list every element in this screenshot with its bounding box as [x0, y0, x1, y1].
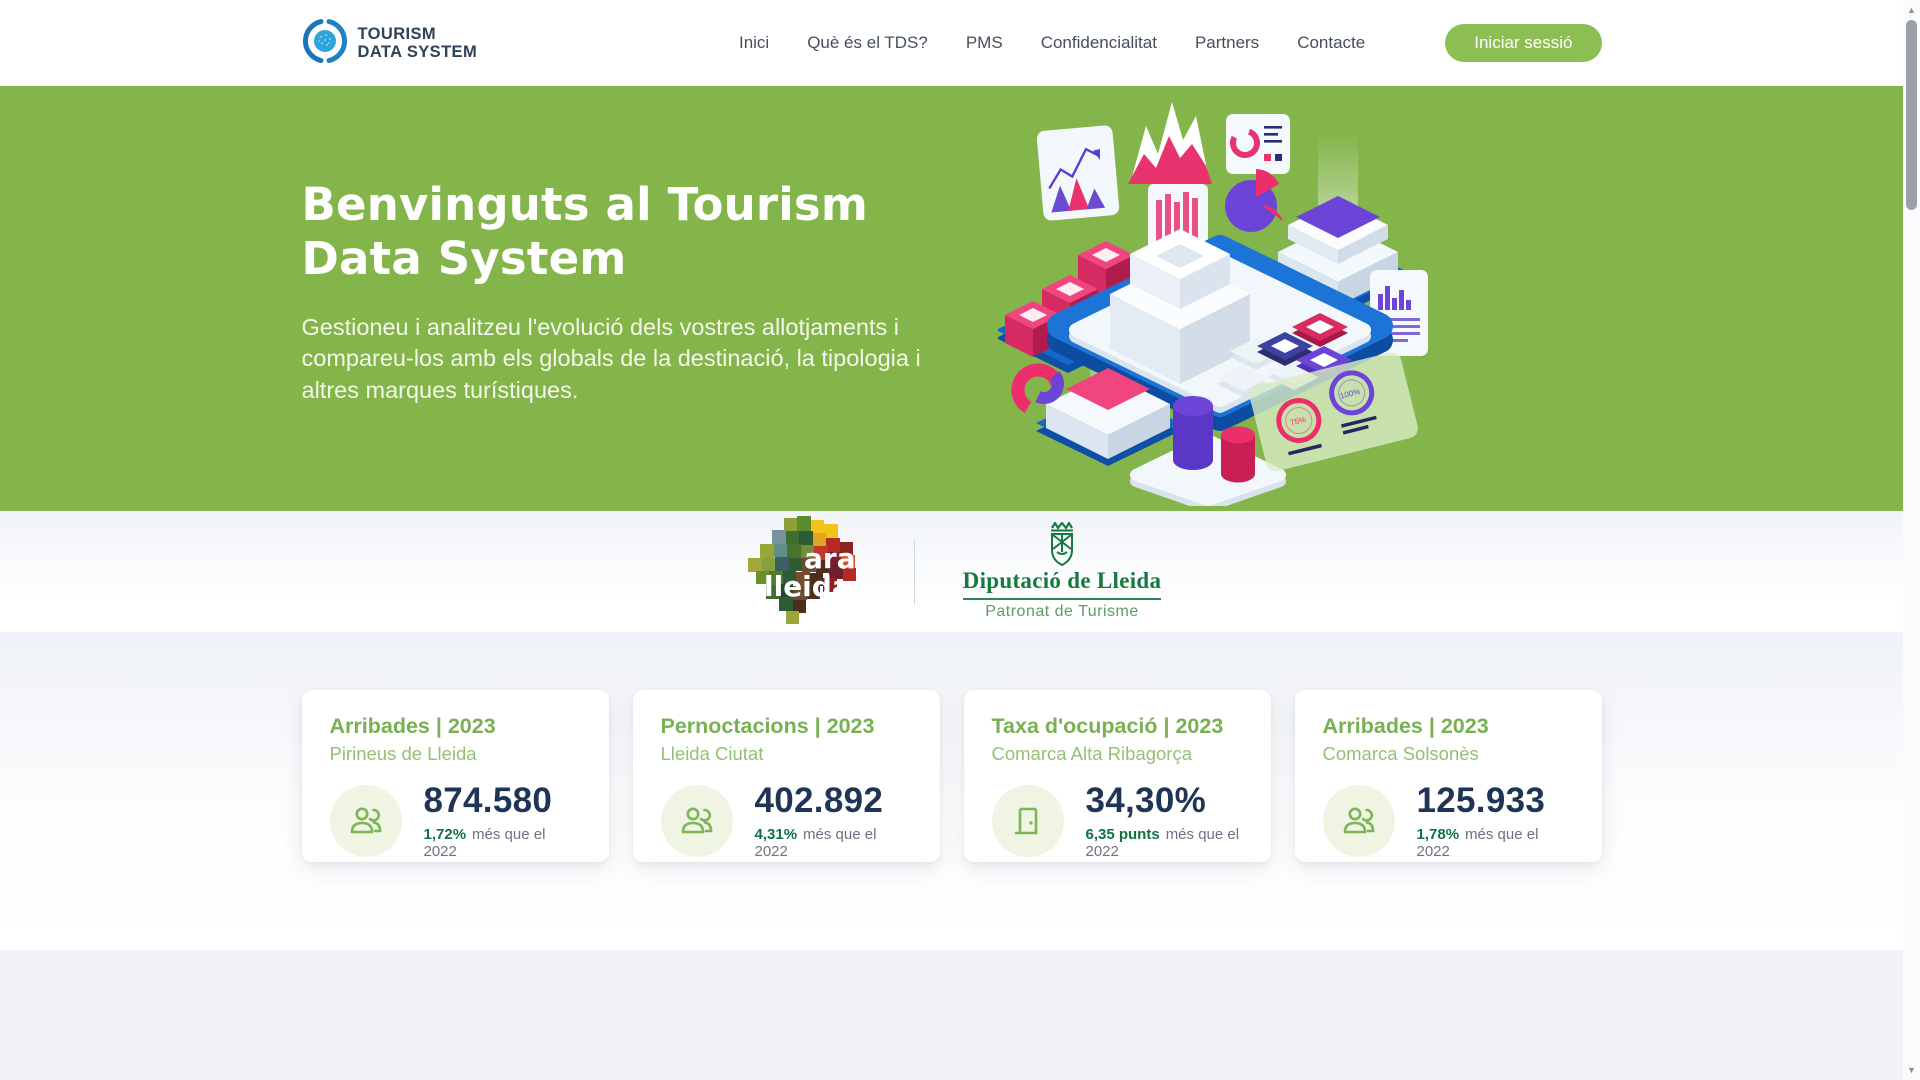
stat-delta-line: 1,78%més que el 2022: [1417, 826, 1574, 860]
stat-delta: 4,31%: [755, 826, 798, 843]
diputacio-title: Diputació de Lleida: [963, 568, 1162, 594]
line-chart-card: [1036, 125, 1120, 221]
stat-card-pernoctacions-lleida: Pernoctacions | 2023 Lleida Ciutat 402.8…: [633, 690, 940, 862]
stat-delta: 1,78%: [1417, 826, 1460, 843]
stat-card-arribades-pirineus: Arribades | 2023 Pirineus de Lleida 874.…: [302, 690, 609, 862]
diputacio-crest-icon: [1040, 522, 1084, 568]
logo-divider: [914, 539, 915, 605]
hero-title: Benvinguts al Tourism Data System: [302, 178, 982, 286]
stat-value: 402.892: [755, 781, 912, 821]
hero-illustration: 75% 100%: [998, 88, 1440, 506]
nav-item-que-es-el-tds[interactable]: Què és el TDS?: [807, 33, 928, 53]
stat-card-subtitle: Lleida Ciutat: [661, 743, 912, 765]
nav-item-pms[interactable]: PMS: [966, 33, 1003, 53]
stat-value: 874.580: [424, 781, 581, 821]
stat-card-arribades-solsones: Arribades | 2023 Comarca Solsonès 125.93…: [1295, 690, 1602, 862]
stat-value: 125.933: [1417, 781, 1574, 821]
nav-item-inici[interactable]: Inici: [739, 33, 769, 53]
scrollbar[interactable]: ▲ ▼: [1903, 0, 1920, 1080]
stat-card-title: Taxa d'ocupació | 2023: [992, 714, 1243, 739]
nav-item-confidencialitat[interactable]: Confidencialitat: [1041, 33, 1157, 53]
mountain-area-chart: [1128, 102, 1212, 184]
stat-value: 34,30%: [1086, 781, 1243, 821]
stat-delta-line: 6,35 puntsmés que el 2022: [1086, 826, 1243, 860]
scrollbar-down-arrow-icon[interactable]: ▼: [1903, 1062, 1920, 1078]
tourism-data-system-logo-icon: [302, 18, 348, 69]
stat-delta-line: 1,72%més que el 2022: [424, 826, 581, 860]
people-icon: [661, 785, 733, 857]
stat-card-subtitle: Comarca Solsonès: [1323, 743, 1574, 765]
brand-name-line1: TOURISM: [358, 25, 478, 43]
donut-chart-card: [1226, 114, 1290, 174]
stats-section: Arribades | 2023 Pirineus de Lleida 874.…: [0, 632, 1903, 950]
site-header: TOURISM DATA SYSTEM Inici Què és el TDS?…: [0, 0, 1903, 86]
hero-subtitle: Gestioneu i analitzeu l'evolució dels vo…: [302, 312, 937, 406]
stat-card-title: Arribades | 2023: [330, 714, 581, 739]
ara-lleida-mosaic-logo: ara lleida: [742, 516, 880, 628]
ara-lleida-logo[interactable]: ara lleida: [742, 516, 880, 628]
nav-item-partners[interactable]: Partners: [1195, 33, 1259, 53]
scrollbar-up-arrow-icon[interactable]: ▲: [1903, 2, 1920, 18]
hero-section: Benvinguts al Tourism Data System Gestio…: [0, 86, 1903, 511]
brand-name-line2: DATA SYSTEM: [358, 43, 478, 61]
people-icon: [1323, 785, 1395, 857]
stat-card-title: Pernoctacions | 2023: [661, 714, 912, 739]
stat-delta-line: 4,31%més que el 2022: [755, 826, 912, 860]
main-nav: Inici Què és el TDS? PMS Confidencialita…: [739, 24, 1602, 62]
diputacio-lleida-logo[interactable]: Diputació de Lleida Patronat de Turisme: [949, 522, 1162, 621]
scrollbar-thumb[interactable]: [1906, 20, 1917, 210]
stat-card-subtitle: Pirineus de Lleida: [330, 743, 581, 765]
diputacio-rule: [963, 598, 1162, 600]
people-icon: [330, 785, 402, 857]
stat-card-title: Arribades | 2023: [1323, 714, 1574, 739]
pie-chart: [1225, 169, 1283, 232]
partner-logos-band: ara lleida Diputació d: [0, 511, 1903, 632]
stat-card-ocupacio-ribagorca: Taxa d'ocupació | 2023 Comarca Alta Riba…: [964, 690, 1271, 862]
stat-delta: 1,72%: [424, 826, 467, 843]
diputacio-subtitle: Patronat de Turisme: [985, 603, 1139, 621]
brand-logo[interactable]: TOURISM DATA SYSTEM: [302, 18, 478, 69]
stat-delta: 6,35 punts: [1086, 826, 1160, 843]
stat-card-subtitle: Comarca Alta Ribagorça: [992, 743, 1243, 765]
svg-text:lleida: lleida: [764, 570, 851, 603]
footer-strip: [0, 950, 1903, 1080]
door-icon: [992, 785, 1064, 857]
login-button[interactable]: Iniciar sessió: [1445, 24, 1601, 62]
nav-item-contacte[interactable]: Contacte: [1297, 33, 1365, 53]
